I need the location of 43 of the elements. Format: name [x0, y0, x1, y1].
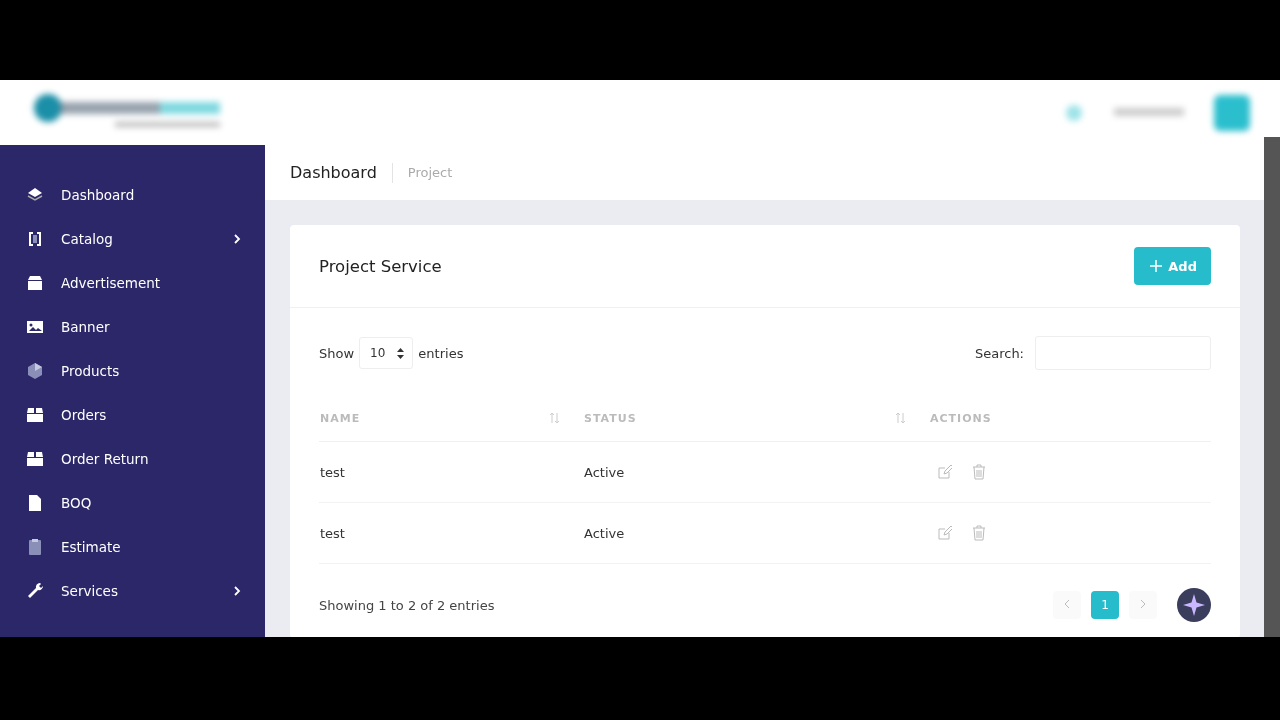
sidebar-item[interactable]: Dashboard [0, 173, 265, 217]
menu-item-icon [25, 449, 45, 469]
trash-icon[interactable] [972, 464, 986, 480]
previous-page-button[interactable] [1053, 591, 1081, 619]
page-title: Dashboard [290, 163, 377, 182]
table-cell: Active [584, 525, 625, 541]
sort-icon[interactable] [549, 412, 560, 424]
sidebar-item[interactable]: Estimate [0, 525, 265, 569]
show-label: Show [319, 345, 355, 361]
plus-icon [1150, 260, 1163, 272]
entries-info: Showing 1 to 2 of 2 entries [319, 597, 495, 613]
entries-label: entries [418, 345, 464, 361]
sidebar-item[interactable]: Banner [0, 305, 265, 349]
sidebar-item[interactable]: Orders [0, 393, 265, 437]
sort-arrows-icon [397, 347, 405, 359]
breadcrumb-item: Project [407, 165, 453, 180]
trash-icon[interactable] [972, 525, 986, 541]
sidebar-item[interactable]: BOQ [0, 481, 265, 525]
sort-icon[interactable] [895, 412, 906, 424]
scrollbar[interactable] [1264, 137, 1280, 637]
menu-item-icon [25, 405, 45, 425]
avatar-icon[interactable] [1214, 94, 1250, 131]
chevron-left-icon [1064, 599, 1070, 609]
assistant-icon[interactable] [1177, 588, 1211, 622]
sidebar-item[interactable]: Advertisement [0, 261, 265, 305]
user-menu[interactable] [1114, 107, 1184, 118]
search-icon[interactable] [1064, 102, 1084, 123]
card-title: Project Service [319, 256, 442, 276]
menu-item-icon [25, 273, 45, 293]
sidebar-item[interactable]: Order Return [0, 437, 265, 481]
menu-item-icon [25, 361, 45, 381]
sidebar-item[interactable]: Services [0, 569, 265, 613]
table-cell: Active [584, 464, 625, 480]
next-page-button[interactable] [1129, 591, 1157, 619]
table-cell: test [320, 464, 345, 480]
chevron-right-icon [1140, 599, 1146, 609]
search-label: Search: [974, 345, 1024, 361]
edit-icon[interactable] [938, 465, 952, 479]
table-cell: test [320, 525, 345, 541]
sidebar-item[interactable]: Catalog [0, 217, 265, 261]
edit-icon[interactable] [938, 526, 952, 540]
page-size-select[interactable]: 10 [359, 337, 414, 369]
sidebar-item[interactable]: Products [0, 349, 265, 393]
